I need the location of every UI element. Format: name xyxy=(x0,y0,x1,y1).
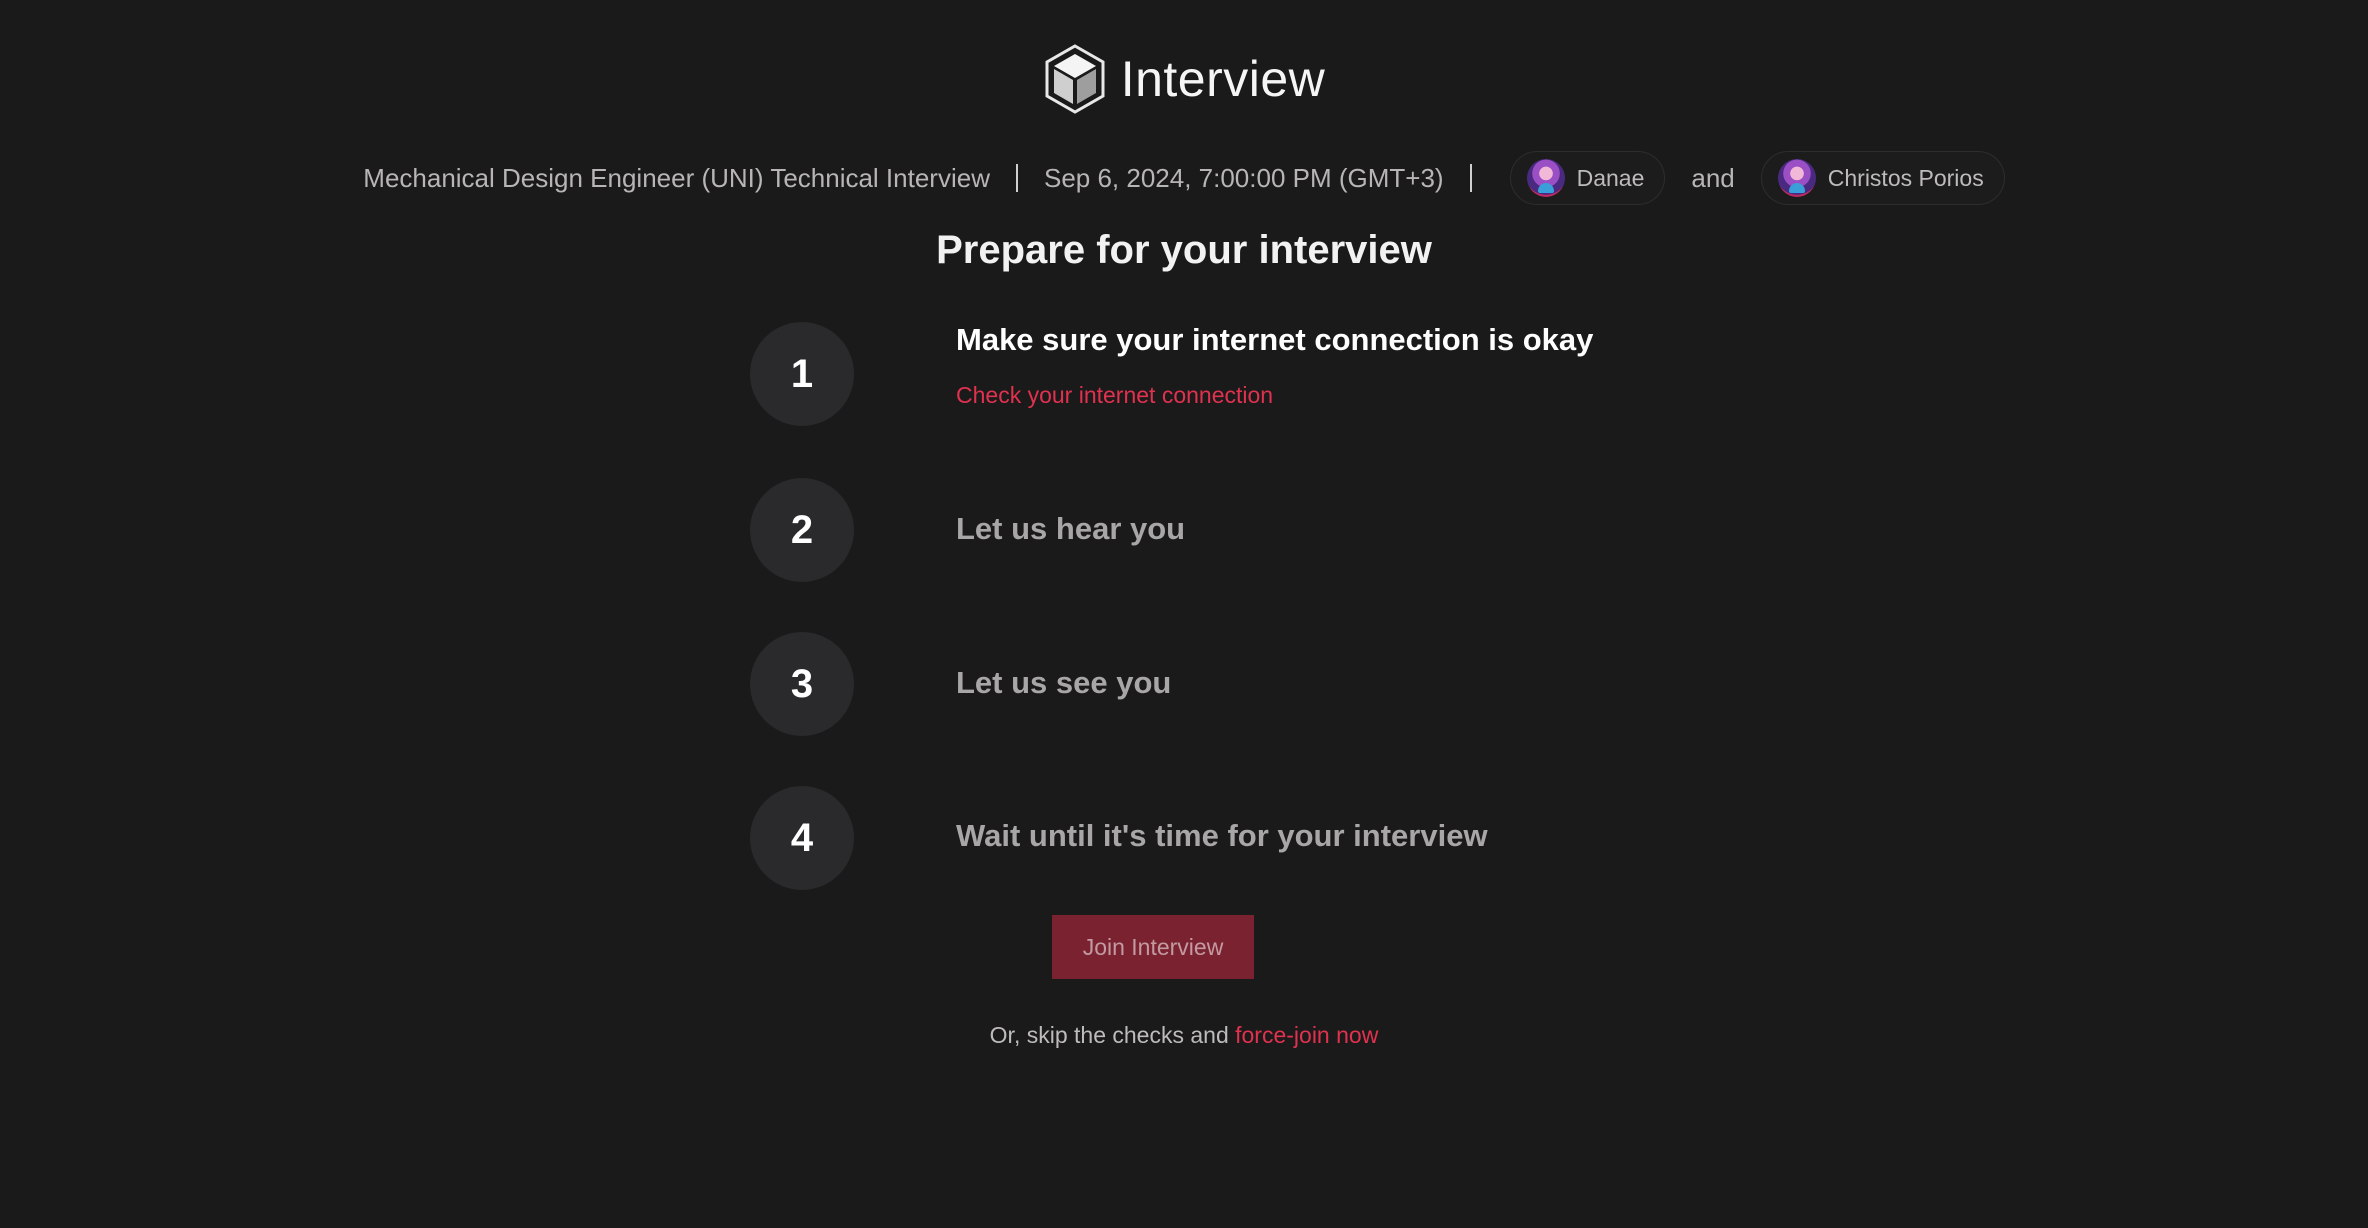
participant-name: Danae xyxy=(1576,164,1645,191)
avatar xyxy=(1526,159,1565,197)
participant-name: Christos Porios xyxy=(1827,164,1984,191)
participant-chip-christos-porios[interactable]: Christos Porios xyxy=(1760,151,2005,205)
interview-prep-page: Interview Mechanical Design Engineer (UN… xyxy=(0,0,2368,1228)
divider xyxy=(1015,164,1018,192)
step-2-title: Let us hear you xyxy=(956,511,1186,546)
cube-icon xyxy=(1045,44,1105,114)
step-2-number: 2 xyxy=(750,478,854,582)
interview-datetime: Sep 6, 2024, 7:00:00 PM (GMT+3) xyxy=(1043,162,1444,193)
skip-checks-text: Or, skip the checks and force-join now xyxy=(0,1022,2368,1049)
brand-title: Interview xyxy=(1120,51,1326,107)
page-heading: Prepare for your interview xyxy=(936,228,1432,272)
join-interview-button[interactable]: Join Interview xyxy=(1052,915,1254,979)
participant-conjunction: and xyxy=(1691,162,1735,193)
participant-chip-danae[interactable]: Danae xyxy=(1509,151,1666,205)
force-join-link[interactable]: force-join now xyxy=(1235,1022,1378,1048)
step-1-title: Make sure your internet connection is ok… xyxy=(956,322,1594,357)
brand-header: Interview xyxy=(0,44,2368,114)
avatar xyxy=(1777,159,1816,197)
step-3-title: Let us see you xyxy=(956,665,1172,700)
skip-prefix: Or, skip the checks and xyxy=(989,1022,1236,1048)
interview-meta-bar: Mechanical Design Engineer (UNI) Technic… xyxy=(0,150,2368,206)
step-1-number: 1 xyxy=(750,322,854,426)
step-4-number: 4 xyxy=(750,786,854,890)
divider xyxy=(1469,164,1472,192)
step-4-title: Wait until it's time for your interview xyxy=(956,818,1488,853)
interview-title: Mechanical Design Engineer (UNI) Technic… xyxy=(363,162,990,193)
check-internet-connection-link[interactable]: Check your internet connection xyxy=(956,382,1273,409)
step-3-number: 3 xyxy=(750,632,854,736)
